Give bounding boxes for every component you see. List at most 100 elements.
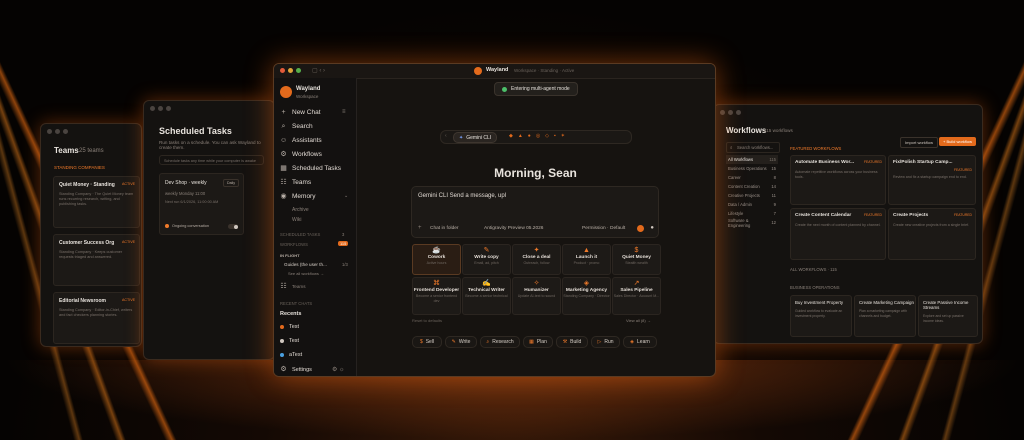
team-card[interactable]: Quiet Money · Standing ACTIVE Standing C…	[53, 176, 140, 228]
reset-defaults-link[interactable]: Reset to defaults	[412, 318, 442, 323]
category-item[interactable]: Content Creation 14	[726, 182, 778, 191]
quick-action-tile[interactable]: ✍ Technical Writer Become a senior technic…	[462, 277, 511, 315]
prompt-model-select[interactable]: Antigravity Preview 05.2026	[484, 226, 543, 231]
chip-learn[interactable]: ◈ Learn	[623, 336, 657, 348]
window-controls[interactable]	[47, 129, 68, 134]
recent-chat-item[interactable]: aTest	[280, 352, 302, 358]
model-icons[interactable]: ◆▲●◎◇▪✶	[509, 133, 570, 139]
category-item[interactable]: Business Operations 15	[726, 164, 778, 173]
task-next-run: Next run 6/1/2026, 11:00:00 AM	[165, 200, 219, 204]
help-icon[interactable]: ⚙ ☼	[332, 366, 345, 373]
plus-icon[interactable]: +	[418, 225, 422, 231]
team-card[interactable]: Editorial Newsroom ACTIVE Standing Compa…	[53, 292, 140, 344]
workflow-card[interactable]: Create Passive Income Streams Explore an…	[918, 295, 978, 337]
category-count: 12	[771, 220, 776, 225]
quick-action-tile[interactable]: ✦ Close a deal Outreach, follow	[512, 244, 561, 275]
quick-action-tile[interactable]: ☕ Cowork Active hours	[412, 244, 461, 275]
window-controls[interactable]	[720, 110, 741, 115]
scheduled-task-card[interactable]: Dev Shop · weekly Daily weekly Monday 11…	[159, 173, 244, 235]
workflow-description: Create the next month of content planned…	[795, 223, 881, 227]
chip-run[interactable]: ▷ Run	[591, 336, 620, 348]
quick-action-tile[interactable]: $ Quiet Money Stealth wealth	[612, 244, 661, 275]
team-card[interactable]: Customer Success Org ACTIVE Standing Com…	[53, 234, 140, 286]
tile-sub: Outreach, follow	[523, 261, 550, 265]
recent-chat-item[interactable]: Test	[280, 324, 299, 330]
window-controls[interactable]	[150, 106, 171, 111]
settings-button[interactable]: ⚙ Settings	[280, 366, 312, 373]
chevron-down-icon[interactable]: ⌄	[344, 193, 348, 199]
workflows-count-badge: 115	[338, 241, 349, 246]
chevron-left-icon[interactable]: ‹	[445, 133, 447, 139]
search-icon: ⌕	[730, 145, 733, 150]
sidebar-item-teams[interactable]: ☷ Teams	[280, 179, 311, 186]
sidebar-sub-archive[interactable]: Archive	[292, 207, 309, 213]
sidebar-toggle-icon[interactable]: ▢ ‹ ›	[312, 67, 325, 74]
chat-in-folder[interactable]: Chat in folder	[430, 226, 459, 231]
task-toggle[interactable]	[228, 224, 238, 229]
tile-icon: ⌘	[433, 280, 440, 287]
mic-icon[interactable]: ●	[650, 225, 654, 231]
window-controls[interactable]	[280, 68, 301, 73]
quick-action-tile[interactable]: ▲ Launch it Product · promo	[562, 244, 611, 275]
workflow-card[interactable]: Create Marketing Campaign Plan a marketi…	[854, 295, 916, 337]
teams-count: 25 teams	[79, 148, 104, 154]
search-icon: ⌕	[281, 123, 286, 130]
category-item[interactable]: Software & Engineering 12	[726, 218, 778, 228]
workspace-logo-icon[interactable]	[280, 86, 292, 98]
workflow-card[interactable]: Automate Business Wor... FEATURED Automa…	[790, 155, 886, 205]
send-button[interactable]	[637, 225, 644, 232]
compose-icon[interactable]: ≡	[342, 109, 346, 115]
permission-select[interactable]: Permission · Default	[582, 226, 625, 231]
in-flight-item[interactable]: Guides (the user th...	[284, 262, 327, 267]
quick-action-tile[interactable]: ↗ Sales Pipeline Sales Director · Account …	[612, 277, 661, 315]
sidebar-sub-wiki[interactable]: Wiki	[292, 217, 301, 223]
pen-icon: ✎	[451, 339, 456, 345]
sidebar-item-scheduled[interactable]: ▦ Scheduled Tasks	[280, 165, 341, 172]
model-selected[interactable]: ✦ Gemini CLI	[453, 132, 498, 143]
see-all-workflows-link[interactable]: See all workflows →	[288, 271, 324, 276]
chip-write[interactable]: ✎ Write	[445, 336, 477, 348]
category-item[interactable]: All Workflows 115	[726, 155, 778, 164]
chip-sell[interactable]: $ Sell	[412, 336, 442, 348]
workflow-categories: All Workflows 115 Business Operations 15 C…	[726, 155, 778, 228]
workflow-card[interactable]: Buy Investment Property Guided workflow …	[790, 295, 852, 337]
team-icon: ☷	[280, 283, 287, 290]
quick-action-tile[interactable]: ⌘ Frontend Developer Become a senior front…	[412, 277, 461, 315]
workflow-card[interactable]: Create Projects FEATURED Create new crea…	[888, 208, 976, 260]
workflow-card[interactable]: Create Content Calendar FEATURED Create …	[790, 208, 886, 260]
quick-action-tile[interactable]: ◈ Marketing Agency Standing Company · Dire…	[562, 277, 611, 315]
quick-action-tile[interactable]: ✎ Write copy Email, ad, pitch	[462, 244, 511, 275]
sidebar-item-search[interactable]: ⌕ Search	[280, 123, 313, 130]
recents-heading: Recents	[280, 311, 302, 317]
quick-action-tile[interactable]: ✧ Humanizer Update AI-text to sound	[512, 277, 561, 315]
chip-build[interactable]: ⚒ Build	[556, 336, 588, 348]
view-all-link[interactable]: View all (8) →	[626, 318, 651, 323]
category-label: Data / Admin	[728, 202, 752, 207]
workflow-search-input[interactable]: ⌕ Search workflows...	[726, 142, 780, 153]
prompt-box[interactable]: Gemini CLI Send a message, upl + Chat in…	[411, 186, 659, 238]
new-chat-button[interactable]: + New Chat	[280, 109, 320, 116]
import-workflow-button[interactable]: Import workflow	[900, 137, 939, 148]
category-label: Content Creation	[728, 184, 760, 189]
sidebar-item-teams-section[interactable]: ☷ Teams	[280, 283, 305, 290]
category-item[interactable]: Career 8	[726, 173, 778, 182]
recent-chat-item[interactable]: Test	[280, 338, 299, 344]
chip-plan[interactable]: ▦ Plan	[523, 336, 553, 348]
prompt-input[interactable]: Gemini CLI Send a message, upl	[418, 193, 506, 199]
category-item[interactable]: Data / Admin 9	[726, 200, 778, 209]
chip-research[interactable]: ⌕ Research	[480, 336, 520, 348]
sidebar-item-memory[interactable]: ◉ Memory	[280, 193, 315, 200]
sidebar-item-assistants[interactable]: ☺ Assistants	[280, 137, 322, 144]
build-workflow-button[interactable]: + Build workflow	[939, 137, 977, 146]
gear-icon: ⚙	[280, 366, 287, 373]
category-item[interactable]: Creative Projects 11	[726, 191, 778, 200]
schedule-hint: Schedule tasks any time while your compu…	[159, 155, 264, 165]
category-count: 14	[771, 184, 776, 189]
main-window: ▢ ‹ › Wayland Workspace · Standing · Act…	[273, 63, 716, 377]
sidebar-item-workflows[interactable]: ⚙ Workflows	[280, 151, 322, 158]
chat-dot-icon	[280, 353, 284, 357]
workflow-description: Explore and set up passive income ideas.	[923, 314, 964, 323]
workflow-card[interactable]: Fix/Polish Startup Camp... FEATURED Revi…	[888, 155, 976, 205]
category-label: Creative Projects	[728, 193, 760, 198]
scheduled-tasks-panel: Scheduled Tasks Run tasks on a schedule.…	[143, 100, 275, 360]
